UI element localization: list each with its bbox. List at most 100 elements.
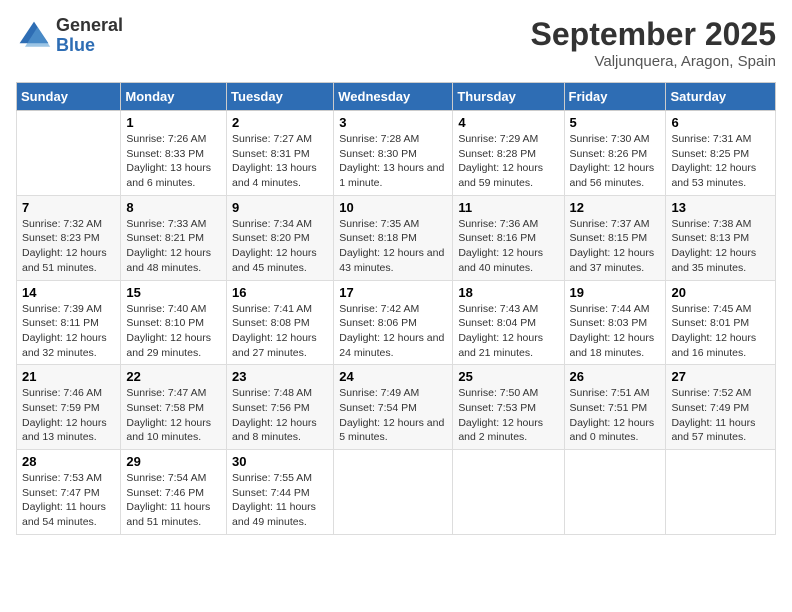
- day-cell-28: 28 Sunrise: 7:53 AMSunset: 7:47 PMDayligh…: [17, 450, 121, 535]
- week-row-4: 21 Sunrise: 7:46 AMSunset: 7:59 PMDayligh…: [17, 365, 776, 450]
- weekday-header-friday: Friday: [564, 83, 666, 111]
- day-cell-12: 12Sunrise: 7:37 AMSunset: 8:15 PMDayligh…: [564, 195, 666, 280]
- day-info: Sunrise: 7:27 AMSunset: 8:31 PMDaylight:…: [232, 132, 328, 191]
- day-cell-23: 23 Sunrise: 7:48 AMSunset: 7:56 PMDayligh…: [227, 365, 334, 450]
- day-cell-19: 19Sunrise: 7:44 AMSunset: 8:03 PMDayligh…: [564, 280, 666, 365]
- day-cell-24: 24Sunrise: 7:49 AMSunset: 7:54 PMDayligh…: [334, 365, 453, 450]
- day-info: Sunrise: 7:42 AMSunset: 8:06 PMDaylight:…: [339, 302, 447, 361]
- day-cell-2: 2 Sunrise: 7:27 AMSunset: 8:31 PMDaylight…: [227, 111, 334, 196]
- day-number: 9: [232, 200, 328, 215]
- day-number: 14: [22, 285, 115, 300]
- day-cell-21: 21 Sunrise: 7:46 AMSunset: 7:59 PMDayligh…: [17, 365, 121, 450]
- day-number: 18: [458, 285, 558, 300]
- day-info: Sunrise: 7:31 AMSunset: 8:25 PMDaylight:…: [671, 132, 770, 191]
- day-number: 17: [339, 285, 447, 300]
- day-info: Sunrise: 7:40 AMSunset: 8:10 PMDaylight:…: [126, 302, 221, 361]
- day-number: 13: [671, 200, 770, 215]
- day-info: Sunrise: 7:52 AMSunset: 7:49 PMDaylight:…: [671, 386, 770, 445]
- day-cell-14: 14 Sunrise: 7:39 AMSunset: 8:11 PMDayligh…: [17, 280, 121, 365]
- day-info: Sunrise: 7:39 AMSunset: 8:11 PMDaylight:…: [22, 302, 115, 361]
- empty-cell: [334, 450, 453, 535]
- day-number: 30: [232, 454, 328, 469]
- day-number: 27: [671, 369, 770, 384]
- day-cell-17: 17 Sunrise: 7:42 AMSunset: 8:06 PMDayligh…: [334, 280, 453, 365]
- day-cell-11: 11Sunrise: 7:36 AMSunset: 8:16 PMDayligh…: [453, 195, 564, 280]
- day-cell-25: 25Sunrise: 7:50 AMSunset: 7:53 PMDayligh…: [453, 365, 564, 450]
- day-number: 15: [126, 285, 221, 300]
- day-number: 7: [22, 200, 115, 215]
- page-header: General Blue September 2025 Valjunquera,…: [16, 16, 776, 70]
- empty-cell: [666, 450, 776, 535]
- day-info: Sunrise: 7:32 AMSunset: 8:23 PMDaylight:…: [22, 217, 115, 276]
- week-row-2: 7 Sunrise: 7:32 AMSunset: 8:23 PMDaylight…: [17, 195, 776, 280]
- day-info: Sunrise: 7:53 AMSunset: 7:47 PMDaylight:…: [22, 471, 115, 530]
- day-info: Sunrise: 7:51 AMSunset: 7:51 PMDaylight:…: [570, 386, 661, 445]
- day-info: Sunrise: 7:33 AMSunset: 8:21 PMDaylight:…: [126, 217, 221, 276]
- day-info: Sunrise: 7:49 AMSunset: 7:54 PMDaylight:…: [339, 386, 447, 445]
- day-cell-10: 10 Sunrise: 7:35 AMSunset: 8:18 PMDayligh…: [334, 195, 453, 280]
- day-info: Sunrise: 7:54 AMSunset: 7:46 PMDaylight:…: [126, 471, 221, 530]
- day-info: Sunrise: 7:30 AMSunset: 8:26 PMDaylight:…: [570, 132, 661, 191]
- day-cell-27: 27 Sunrise: 7:52 AMSunset: 7:49 PMDayligh…: [666, 365, 776, 450]
- logo-icon: [16, 18, 52, 54]
- day-cell-13: 13 Sunrise: 7:38 AMSunset: 8:13 PMDayligh…: [666, 195, 776, 280]
- day-info: Sunrise: 7:28 AMSunset: 8:30 PMDaylight:…: [339, 132, 447, 191]
- empty-cell: [453, 450, 564, 535]
- day-cell-8: 8 Sunrise: 7:33 AMSunset: 8:21 PMDaylight…: [121, 195, 227, 280]
- logo: General Blue: [16, 16, 123, 56]
- day-number: 28: [22, 454, 115, 469]
- day-number: 25: [458, 369, 558, 384]
- day-info: Sunrise: 7:55 AMSunset: 7:44 PMDaylight:…: [232, 471, 328, 530]
- day-number: 4: [458, 115, 558, 130]
- day-info: Sunrise: 7:26 AMSunset: 8:33 PMDaylight:…: [126, 132, 221, 191]
- day-number: 10: [339, 200, 447, 215]
- week-row-5: 28 Sunrise: 7:53 AMSunset: 7:47 PMDayligh…: [17, 450, 776, 535]
- day-cell-16: 16 Sunrise: 7:41 AMSunset: 8:08 PMDayligh…: [227, 280, 334, 365]
- weekday-header-thursday: Thursday: [453, 83, 564, 111]
- day-info: Sunrise: 7:35 AMSunset: 8:18 PMDaylight:…: [339, 217, 447, 276]
- day-info: Sunrise: 7:37 AMSunset: 8:15 PMDaylight:…: [570, 217, 661, 276]
- day-number: 5: [570, 115, 661, 130]
- day-cell-15: 15 Sunrise: 7:40 AMSunset: 8:10 PMDayligh…: [121, 280, 227, 365]
- day-info: Sunrise: 7:48 AMSunset: 7:56 PMDaylight:…: [232, 386, 328, 445]
- day-number: 3: [339, 115, 447, 130]
- day-cell-20: 20 Sunrise: 7:45 AMSunset: 8:01 PMDayligh…: [666, 280, 776, 365]
- day-info: Sunrise: 7:45 AMSunset: 8:01 PMDaylight:…: [671, 302, 770, 361]
- day-number: 8: [126, 200, 221, 215]
- day-info: Sunrise: 7:29 AMSunset: 8:28 PMDaylight:…: [458, 132, 558, 191]
- day-number: 29: [126, 454, 221, 469]
- month-title: September 2025: [531, 16, 776, 53]
- day-info: Sunrise: 7:38 AMSunset: 8:13 PMDaylight:…: [671, 217, 770, 276]
- day-number: 2: [232, 115, 328, 130]
- weekday-header-wednesday: Wednesday: [334, 83, 453, 111]
- day-number: 20: [671, 285, 770, 300]
- day-cell-18: 18Sunrise: 7:43 AMSunset: 8:04 PMDayligh…: [453, 280, 564, 365]
- day-number: 6: [671, 115, 770, 130]
- day-cell-29: 29 Sunrise: 7:54 AMSunset: 7:46 PMDayligh…: [121, 450, 227, 535]
- day-info: Sunrise: 7:46 AMSunset: 7:59 PMDaylight:…: [22, 386, 115, 445]
- day-cell-9: 9Sunrise: 7:34 AMSunset: 8:20 PMDaylight…: [227, 195, 334, 280]
- day-cell-7: 7 Sunrise: 7:32 AMSunset: 8:23 PMDaylight…: [17, 195, 121, 280]
- day-number: 23: [232, 369, 328, 384]
- day-cell-5: 5 Sunrise: 7:30 AMSunset: 8:26 PMDaylight…: [564, 111, 666, 196]
- day-number: 19: [570, 285, 661, 300]
- weekday-header-sunday: Sunday: [17, 83, 121, 111]
- day-info: Sunrise: 7:41 AMSunset: 8:08 PMDaylight:…: [232, 302, 328, 361]
- day-cell-1: 1Sunrise: 7:26 AMSunset: 8:33 PMDaylight…: [121, 111, 227, 196]
- weekday-header-tuesday: Tuesday: [227, 83, 334, 111]
- weekday-header-saturday: Saturday: [666, 83, 776, 111]
- day-cell-3: 3 Sunrise: 7:28 AMSunset: 8:30 PMDaylight…: [334, 111, 453, 196]
- day-info: Sunrise: 7:36 AMSunset: 8:16 PMDaylight:…: [458, 217, 558, 276]
- week-row-3: 14 Sunrise: 7:39 AMSunset: 8:11 PMDayligh…: [17, 280, 776, 365]
- calendar-table: SundayMondayTuesdayWednesdayThursdayFrid…: [16, 82, 776, 535]
- day-cell-30: 30 Sunrise: 7:55 AMSunset: 7:44 PMDayligh…: [227, 450, 334, 535]
- day-number: 22: [126, 369, 221, 384]
- empty-cell: [17, 111, 121, 196]
- day-cell-6: 6 Sunrise: 7:31 AMSunset: 8:25 PMDaylight…: [666, 111, 776, 196]
- location-subtitle: Valjunquera, Aragon, Spain: [531, 53, 776, 70]
- logo-general-text: General: [56, 16, 123, 36]
- day-number: 16: [232, 285, 328, 300]
- day-number: 21: [22, 369, 115, 384]
- day-number: 26: [570, 369, 661, 384]
- weekday-header-monday: Monday: [121, 83, 227, 111]
